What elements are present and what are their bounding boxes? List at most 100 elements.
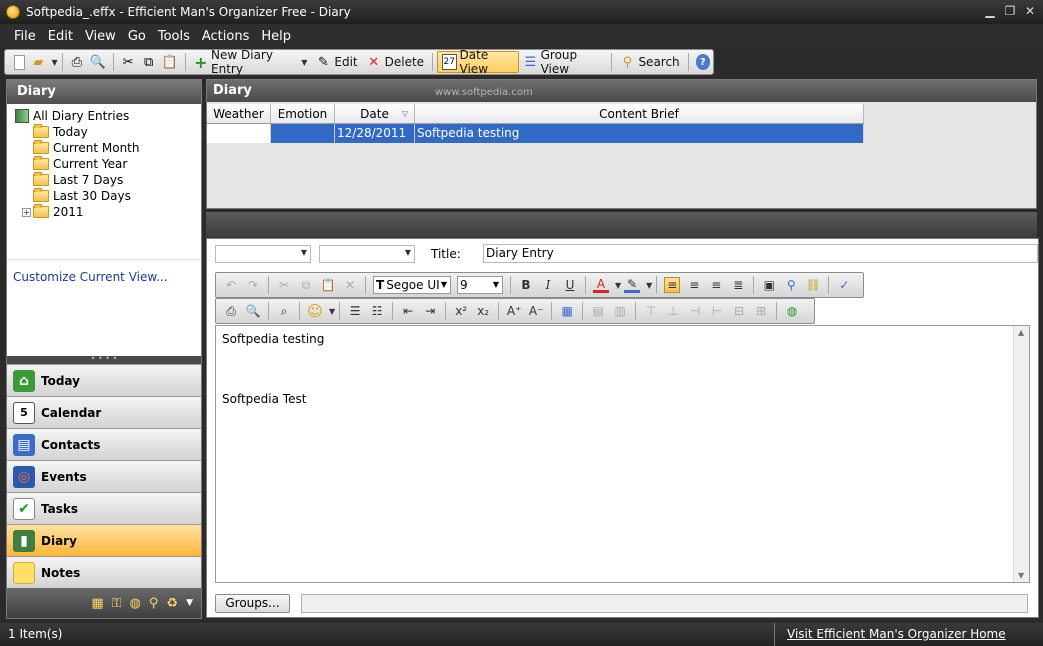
nav-today[interactable]: ⌂ Today <box>7 364 201 396</box>
scroll-down-icon[interactable]: ▼ <box>1018 571 1024 580</box>
tree-item-all-entries[interactable]: All Diary Entries <box>15 108 201 124</box>
highlight-color-icon[interactable]: ✎ <box>624 277 641 293</box>
align-right-icon[interactable]: ≡ <box>708 277 724 293</box>
italic-icon[interactable]: I <box>540 277 556 293</box>
copy-icon[interactable]: ⧉ <box>298 277 314 293</box>
column-content-brief[interactable]: Content Brief <box>415 104 864 123</box>
tree-item-today[interactable]: Today <box>15 124 201 140</box>
search-button[interactable]: ⚲ Search <box>615 51 683 73</box>
delete-column-icon[interactable]: ⊞ <box>753 303 769 319</box>
help-icon[interactable]: ? <box>695 54 711 70</box>
paste-icon[interactable]: 📋 <box>162 54 178 70</box>
print-icon[interactable]: ⎙ <box>70 54 84 70</box>
cut-icon[interactable]: ✂ <box>121 54 135 70</box>
weather-combo[interactable]: ▼ <box>215 245 311 263</box>
menu-actions[interactable]: Actions <box>202 29 250 44</box>
nav-calendar[interactable]: 5 Calendar <box>7 396 201 428</box>
insert-column-left-icon[interactable]: ⊣ <box>687 303 703 319</box>
table-split-icon[interactable]: ▤ <box>590 303 606 319</box>
expand-icon[interactable]: + <box>22 207 31 217</box>
insert-link-icon[interactable]: ⛓ <box>805 277 821 293</box>
close-button[interactable]: ✕ <box>1021 3 1039 19</box>
copy-icon[interactable]: ⧉ <box>141 54 155 70</box>
menu-file[interactable]: File <box>14 29 36 44</box>
underline-icon[interactable]: U <box>562 277 578 293</box>
menu-edit[interactable]: Edit <box>48 29 73 44</box>
nav-contacts[interactable]: ▤ Contacts <box>7 428 201 460</box>
entry-content-editor[interactable]: Softpedia testing Softpedia Test ▲ ▼ <box>215 325 1030 583</box>
minimize-button[interactable]: ▁ <box>981 3 999 19</box>
customize-view-link[interactable]: Customize Current View... <box>13 270 168 284</box>
groups-button[interactable]: Groups... <box>215 594 290 613</box>
nav-tasks[interactable]: ✔ Tasks <box>7 492 201 524</box>
scroll-up-icon[interactable]: ▲ <box>1018 328 1024 337</box>
redo-icon[interactable]: ↷ <box>245 277 261 293</box>
delete-button[interactable]: ✕ Delete <box>362 51 428 73</box>
menu-go[interactable]: Go <box>128 29 146 44</box>
column-emotion[interactable]: Emotion <box>271 104 335 123</box>
key-shortcut-icon[interactable]: ⚿ <box>112 596 122 611</box>
emotion-combo[interactable]: ▼ <box>319 245 415 263</box>
title-input[interactable]: Diary Entry <box>483 244 1038 263</box>
tree-item-last-30-days[interactable]: Last 30 Days <box>15 188 201 204</box>
groups-field[interactable] <box>301 594 1028 613</box>
bullet-list-icon[interactable]: ☰ <box>347 303 363 319</box>
font-size-select[interactable]: 9 ▼ <box>457 276 503 294</box>
globe-shortcut-icon[interactable]: ◍ <box>130 596 141 611</box>
column-weather[interactable]: Weather <box>207 104 271 123</box>
find-icon[interactable]: ⌕ <box>276 303 292 319</box>
print-icon[interactable]: ⎙ <box>223 303 239 319</box>
nav-events[interactable]: ◎ Events <box>7 460 201 492</box>
date-view-button[interactable]: 27 Date View <box>436 48 520 76</box>
menu-view[interactable]: View <box>85 29 116 44</box>
open-folder-icon[interactable]: ▰ <box>31 54 45 70</box>
clear-format-icon[interactable]: ✕ <box>342 277 358 293</box>
hyperlink-globe-icon[interactable]: ◍ <box>784 303 800 319</box>
bold-icon[interactable]: B <box>518 277 534 293</box>
emoticon-icon[interactable]: ☺ <box>307 302 323 320</box>
new-file-icon[interactable] <box>14 54 26 70</box>
home-page-link[interactable]: Visit Efficient Man's Organizer Home Pag… <box>774 623 1043 646</box>
subscript-icon[interactable]: x₂ <box>475 303 491 319</box>
insert-row-below-icon[interactable]: ⊥ <box>665 303 681 319</box>
tree-item-current-month[interactable]: Current Month <box>15 140 201 156</box>
menu-help[interactable]: Help <box>261 29 291 44</box>
configure-buttons-chevron-icon[interactable]: ▼ <box>186 598 193 608</box>
edit-button[interactable]: ✎ Edit <box>311 51 361 73</box>
undo-icon[interactable]: ↶ <box>223 277 239 293</box>
menu-tools[interactable]: Tools <box>158 29 190 44</box>
superscript-icon[interactable]: x² <box>453 303 469 319</box>
insert-column-right-icon[interactable]: ⊢ <box>709 303 725 319</box>
nav-notes[interactable]: Notes <box>7 556 201 588</box>
font-color-icon[interactable]: A <box>593 277 609 293</box>
tree-item-last-7-days[interactable]: Last 7 Days <box>15 172 201 188</box>
spellcheck-icon[interactable]: ✓ <box>836 277 852 293</box>
note-shortcut-icon[interactable]: ▦ <box>91 596 103 611</box>
justify-icon[interactable]: ≣ <box>730 277 746 293</box>
editor-scrollbar[interactable]: ▲ ▼ <box>1013 326 1029 582</box>
recycle-shortcut-icon[interactable]: ♻ <box>166 596 178 611</box>
tree-item-2011[interactable]: +2011 <box>15 204 201 220</box>
print-preview-icon[interactable]: 🔍 <box>90 54 106 70</box>
insert-table-icon[interactable]: ▦ <box>559 303 575 319</box>
restore-button[interactable]: ❐ <box>1001 3 1019 19</box>
increase-indent-icon[interactable]: ⇥ <box>422 303 438 319</box>
insert-row-above-icon[interactable]: ⊤ <box>643 303 659 319</box>
tree-item-current-year[interactable]: Current Year <box>15 156 201 172</box>
paste-icon[interactable]: 📋 <box>320 277 336 293</box>
panel-splitter-grip[interactable]: • • • • <box>7 355 201 364</box>
align-left-icon[interactable]: ≡ <box>664 277 681 293</box>
table-row[interactable]: 12/28/2011 Softpedia testing <box>207 124 864 143</box>
delete-row-icon[interactable]: ⊟ <box>731 303 747 319</box>
decrease-indent-icon[interactable]: ⇤ <box>400 303 416 319</box>
shrink-font-icon[interactable]: A⁻ <box>528 303 544 319</box>
grow-font-icon[interactable]: A⁺ <box>506 303 522 319</box>
font-name-select[interactable]: T Segoe UI ▼ <box>373 276 451 294</box>
insert-image-icon[interactable]: ▣ <box>761 277 777 293</box>
search-shortcut-icon[interactable]: ⚲ <box>149 596 159 611</box>
numbered-list-icon[interactable]: ☷ <box>369 303 385 319</box>
nav-diary[interactable]: ▮ Diary <box>7 524 201 556</box>
column-date[interactable]: Date ▽ <box>335 104 415 123</box>
cut-icon[interactable]: ✂ <box>276 277 292 293</box>
print-preview-icon[interactable]: 🔍 <box>245 303 261 319</box>
